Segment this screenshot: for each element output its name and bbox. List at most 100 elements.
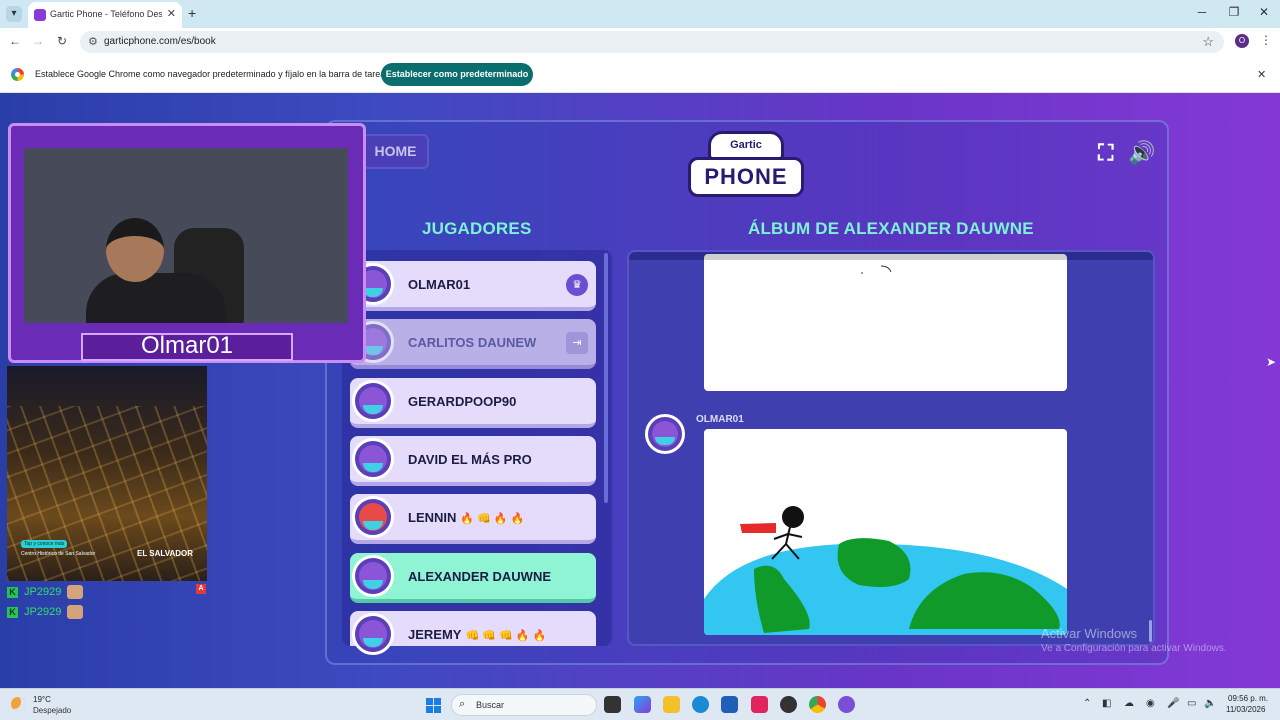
ad-caption: Centro Histórico de San Salvador	[21, 551, 96, 557]
logo-main: PHONE	[688, 157, 804, 197]
clock-time[interactable]: 09:56 p. m.	[1228, 694, 1268, 703]
chat-line: K JP2929	[7, 605, 84, 619]
chrome-window: ▾ Gartic Phone - Teléfono Descon ✕ + ─ ❐…	[0, 0, 1280, 720]
webcam-feed	[24, 148, 348, 323]
windows-taskbar: 19°C Despejado ⌕ Buscar ⌃ ◧ ☁ ◉ 🎤 ▭ 🔈 09…	[0, 688, 1280, 720]
kick-icon: K	[7, 606, 18, 618]
new-tab-icon[interactable]: +	[188, 5, 196, 21]
player-card: LENNIN 🔥 👊 🔥 🔥	[350, 494, 596, 544]
scribble-mark	[861, 265, 892, 274]
clock-date[interactable]: 11/03/2026	[1226, 705, 1265, 714]
author-name: OLMAR01	[696, 414, 744, 425]
search-icon: ⌕	[459, 698, 466, 710]
ad-tag[interactable]: Tap y conoce más	[21, 540, 68, 548]
weather-moon-icon[interactable]	[11, 697, 25, 711]
emote-icon	[67, 605, 84, 619]
player-name: OLMAR01	[408, 277, 471, 292]
app-icon[interactable]	[780, 696, 797, 713]
ad-photo[interactable]: Tap y conoce más Centro Histórico de San…	[7, 366, 207, 581]
search-placeholder: Buscar	[476, 700, 505, 710]
crown-icon: ♛	[566, 274, 588, 296]
network-icon[interactable]: ▭	[1187, 698, 1196, 709]
tab-title: Gartic Phone - Teléfono Descon	[50, 9, 162, 19]
address-bar[interactable]: ⚙ garticphone.com/es/book ☆	[80, 31, 1224, 53]
site-info-icon[interactable]: ⚙	[88, 35, 98, 48]
gartic-favicon-icon	[34, 9, 46, 21]
player-card: DAVID EL MÁS PRO	[350, 436, 596, 486]
tray-app-icon[interactable]: ◧	[1102, 698, 1111, 709]
album-scrollbar[interactable]	[1149, 620, 1152, 642]
players-scrollbar[interactable]	[604, 253, 608, 503]
player-avatar	[352, 438, 394, 480]
game-area: HOME Gartic PHONE ⛶ 🔊 JUGADORES ÁLBUM DE…	[0, 93, 1280, 688]
tab-gartic-phone[interactable]: Gartic Phone - Teléfono Descon ✕	[28, 2, 182, 28]
player-name: GERARDPOOP90	[408, 394, 517, 409]
player-name: DAVID EL MÁS PRO	[408, 452, 532, 467]
bookmark-star-icon[interactable]: ☆	[1202, 34, 1214, 50]
tray-chrome-icon[interactable]: ◉	[1146, 698, 1155, 709]
url-text: garticphone.com/es/book	[104, 36, 216, 47]
taskbar-search[interactable]: ⌕ Buscar	[451, 694, 597, 716]
player-avatar	[352, 496, 394, 538]
volume-icon[interactable]: 🔊	[1128, 140, 1155, 166]
player-card-active: ALEXANDER DAUWNE	[350, 553, 596, 603]
kick-icon: K	[7, 586, 18, 598]
edge-icon[interactable]	[692, 696, 709, 713]
browser-toolbar: ← → ↻ ⚙ garticphone.com/es/book ☆ O ⋮	[0, 28, 1280, 56]
store-icon[interactable]	[721, 696, 738, 713]
infobar-text: Establece Google Chrome como navegador p…	[35, 69, 390, 79]
home-button[interactable]: HOME	[362, 134, 429, 169]
default-browser-infobar: Establece Google Chrome como navegador p…	[0, 56, 1280, 93]
player-emojis: 👊 👊 👊 🔥 🔥	[465, 630, 547, 642]
weather-desc: Despejado	[33, 706, 72, 715]
gartic-phone-logo: Gartic PHONE	[688, 131, 804, 205]
left-game-icon: ⇥	[566, 332, 588, 354]
player-card: CARLITOS DAUNEW ⇥	[350, 319, 596, 369]
tray-chevron-icon[interactable]: ⌃	[1083, 698, 1091, 709]
player-card: JEREMY 👊 👊 👊 🔥 🔥	[350, 611, 596, 655]
forward-icon[interactable]: →	[30, 34, 46, 48]
microphone-icon[interactable]: 🎤	[1167, 698, 1179, 709]
activate-windows-title: Activar Windows	[1041, 626, 1138, 641]
task-view-icon[interactable]	[604, 696, 621, 713]
set-default-button[interactable]: Establecer como predeterminado	[381, 63, 533, 86]
album-drawing-2	[704, 429, 1067, 635]
menu-kebab-icon[interactable]: ⋮	[1260, 33, 1272, 47]
copilot-icon[interactable]	[634, 696, 651, 713]
streamer-head	[106, 218, 164, 282]
chrome-taskbar-icon[interactable]	[809, 696, 826, 713]
weather-temp: 19°C	[33, 695, 51, 704]
reload-icon[interactable]: ↻	[54, 34, 70, 48]
drawing-canvas	[704, 506, 1067, 635]
start-icon[interactable]	[426, 698, 441, 713]
chat-line: K JP2929	[7, 585, 84, 599]
tiktok-icon[interactable]	[751, 696, 768, 713]
speaker-icon[interactable]: 🔈	[1204, 698, 1216, 709]
player-card: OLMAR01 ♛	[350, 261, 596, 311]
players-heading: JUGADORES	[422, 219, 532, 238]
mouse-cursor-icon: ➤	[1266, 355, 1277, 369]
restore-icon[interactable]: ❐	[1224, 5, 1244, 19]
profile-avatar[interactable]: O	[1235, 34, 1249, 48]
tab-search-icon[interactable]: ▾	[6, 6, 22, 22]
author-avatar	[645, 414, 685, 454]
close-window-icon[interactable]: ✕	[1254, 5, 1274, 19]
player-avatar	[352, 380, 394, 422]
ad-badge: A	[196, 584, 206, 594]
file-explorer-icon[interactable]	[663, 696, 680, 713]
streamer-body	[86, 273, 226, 323]
player-emojis: 🔥 👊 🔥 🔥	[460, 513, 525, 525]
discord-icon[interactable]	[838, 696, 855, 713]
tab-close-icon[interactable]: ✕	[167, 7, 176, 20]
album-heading: ÁLBUM DE ALEXANDER DAUWNE	[748, 219, 1034, 238]
player-name: LENNIN 🔥 👊 🔥 🔥	[408, 510, 525, 525]
emote-icon	[67, 585, 84, 599]
player-avatar	[352, 555, 394, 597]
minimize-icon[interactable]: ─	[1192, 5, 1212, 19]
tray-cloud-icon[interactable]: ☁	[1124, 698, 1134, 709]
infobar-close-icon[interactable]: ✕	[1257, 68, 1266, 81]
fullscreen-icon[interactable]: ⛶	[1098, 140, 1113, 166]
player-avatar	[352, 613, 394, 655]
back-icon[interactable]: ←	[7, 34, 23, 48]
album-drawing-1	[704, 254, 1067, 391]
